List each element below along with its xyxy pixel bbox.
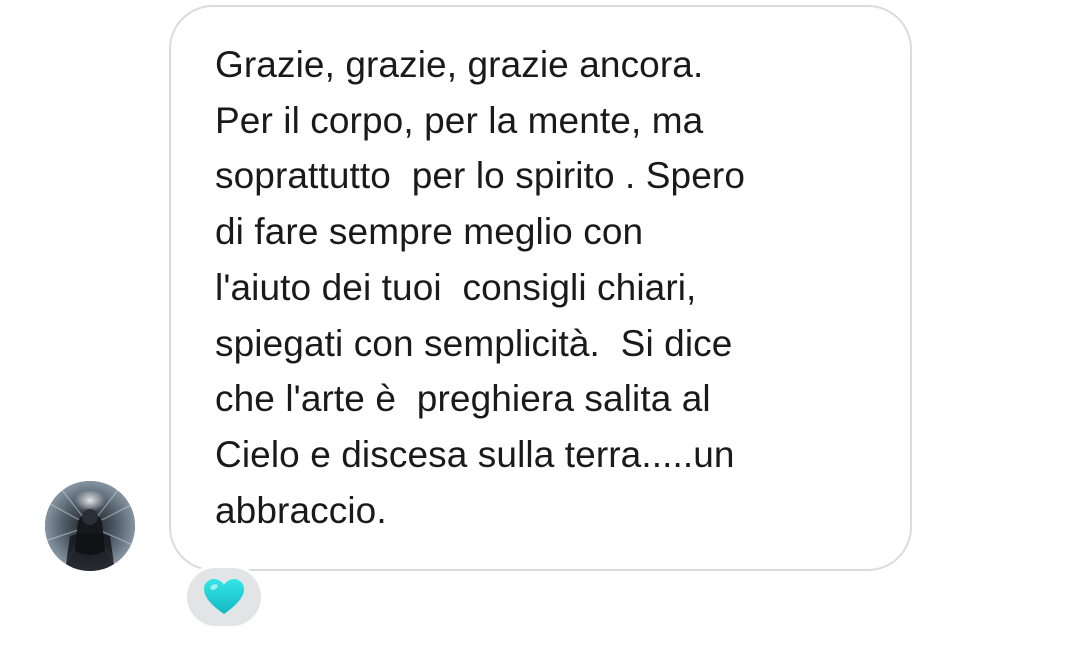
message-bubble[interactable]: Grazie, grazie, grazie ancora. Per il co… [169,5,912,571]
sender-avatar[interactable] [45,481,135,571]
message-line: Per il corpo, per la mente, ma [215,99,704,141]
message-line: soprattutto per lo spirito . Spero [215,155,745,197]
message-line: abbraccio. [215,489,387,531]
message-line: Grazie, grazie, grazie ancora. [215,44,704,85]
message-line: di fare sempre meglio con [215,211,644,253]
message-line: Cielo e discesa sulla terra.....un [215,433,735,475]
message-line: l'aiuto dei tuoi consigli chiari, [215,266,697,308]
profile-avatar-icon [45,481,135,571]
message-text: Grazie, grazie, grazie ancora. Per il co… [215,37,895,538]
heart-reaction[interactable] [184,565,264,629]
message-line: spiegati con semplicità. Si dice [215,322,733,364]
heart-icon [204,579,244,614]
message-line: che l'arte è preghiera salita al [215,378,711,420]
